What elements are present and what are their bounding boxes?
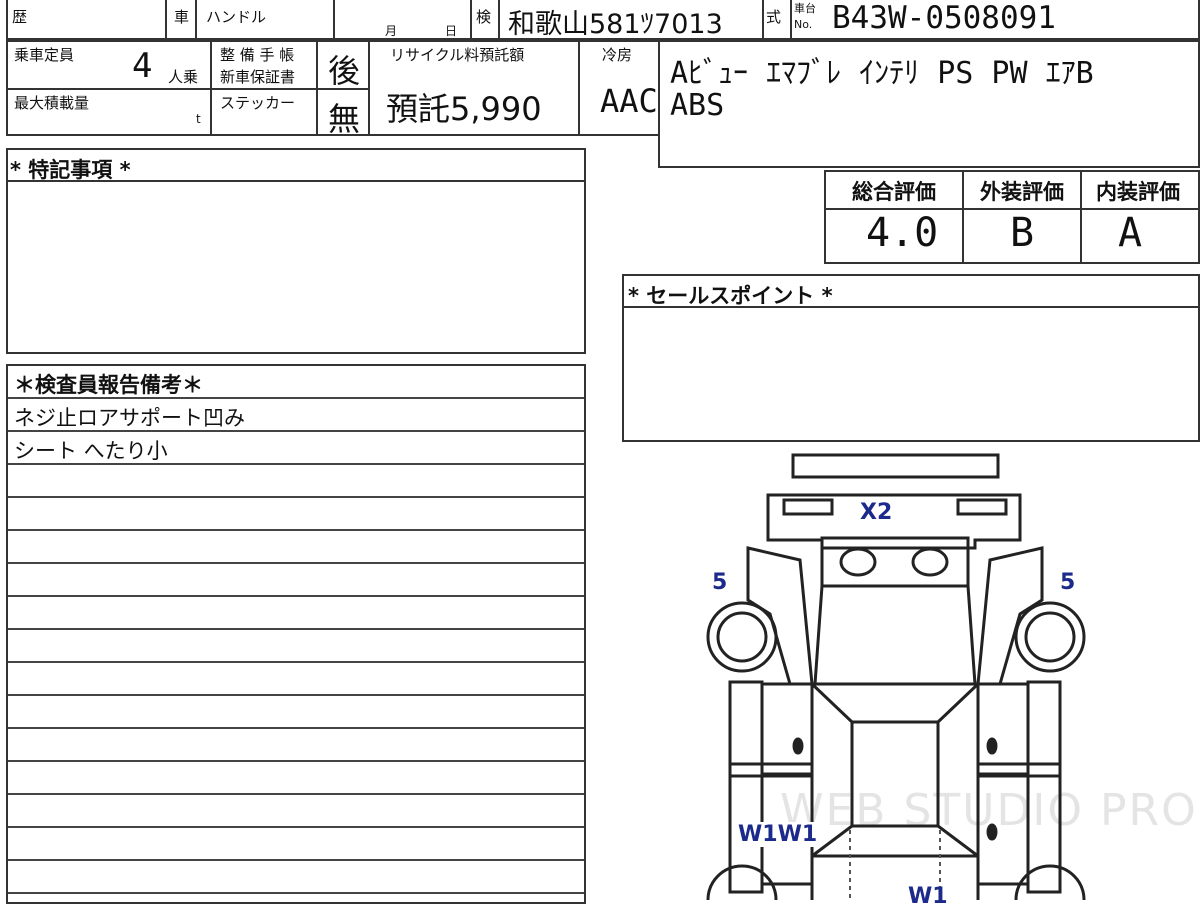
exterior-rating-value: B	[1010, 210, 1035, 256]
front-right-wheel-inner	[1024, 611, 1076, 663]
list-item	[8, 597, 584, 630]
left-body-side	[728, 680, 764, 894]
model-label: 式	[766, 8, 782, 26]
handle-label: ハンドル	[206, 8, 267, 26]
equipment-line-1: Aﾋﾞｭｰ ｴﾏﾌﾞﾚ ｲﾝﾃﾘ PS PW ｴｱB	[670, 56, 1094, 91]
divider	[498, 0, 500, 40]
damage-mark-front-center: X2	[860, 500, 893, 525]
damage-mark-left-door: W1W1	[738, 822, 818, 847]
maintenance-value: 後	[328, 52, 361, 90]
list-item	[8, 729, 584, 762]
recycle-value: 預託5,990	[386, 90, 542, 128]
exterior-rating-label: 外装評価	[980, 180, 1064, 204]
front-right-wheel	[1014, 601, 1086, 673]
rear-right-wheel	[1014, 864, 1086, 900]
divider	[578, 40, 580, 136]
divider	[790, 0, 792, 40]
right-front-door	[976, 682, 1030, 776]
list-item	[8, 564, 584, 597]
left-front-door	[760, 682, 814, 776]
sales-point-title: * セールスポイント *	[628, 284, 833, 308]
divider	[6, 88, 316, 90]
recycle-label: リサイクル料預託額	[390, 46, 525, 64]
chassis-label-top: 車台	[794, 2, 816, 15]
sticker-label: ステッカー	[220, 94, 296, 112]
list-item: シート へたり小	[8, 432, 584, 465]
right-fender	[976, 546, 1044, 686]
list-item: ネジ止ロアサポート凹み	[8, 399, 584, 432]
damage-mark-left-fender: 5	[712, 570, 728, 595]
chassis-number: B43W-0508091	[832, 0, 1056, 36]
list-item	[8, 696, 584, 729]
list-item	[8, 465, 584, 498]
inspection-label: 検	[476, 8, 492, 26]
inspector-note-2: シート へたり小	[14, 439, 168, 463]
capacity-value: 4	[132, 46, 153, 86]
inspector-notes-header: ＊検査員報告備考＊	[8, 366, 584, 399]
door-handle	[792, 737, 804, 755]
damage-mark-bottom-center: W1	[908, 884, 948, 909]
interior-rating-label: 内装評価	[1096, 180, 1180, 204]
inspector-notes-title: ＊検査員報告備考＊	[14, 373, 203, 397]
list-item	[8, 861, 584, 894]
front-grille	[766, 493, 1022, 550]
overall-rating-value: 4.0	[866, 210, 939, 256]
hood-mark-right	[911, 547, 949, 577]
license-plate: 和歌山581ﾂ7013	[508, 9, 723, 40]
inspector-note-1: ネジ止ロアサポート凹み	[14, 406, 245, 430]
day-label: 日	[445, 24, 458, 38]
overall-rating-label: 総合評価	[852, 180, 936, 204]
aircon-value: AAC	[600, 82, 658, 120]
maintenance-label: 整 備 手 帳	[220, 46, 295, 64]
damage-mark-right-fender: 5	[1060, 570, 1076, 595]
list-item	[8, 498, 584, 531]
door-handle	[986, 737, 998, 755]
sticker-value: 無	[328, 100, 361, 138]
hood-mark-left	[839, 547, 877, 577]
aircon-label: 冷房	[602, 46, 633, 64]
divider	[762, 0, 764, 40]
front-left-wheel	[706, 601, 778, 673]
left-headlight	[782, 498, 834, 516]
max-load-label: 最大積載量	[14, 94, 90, 112]
special-notes-title: * 特記事項 *	[10, 158, 131, 182]
divider	[1080, 170, 1082, 264]
divider	[368, 40, 370, 136]
list-item	[8, 663, 584, 696]
divider	[195, 0, 197, 40]
warranty-label: 新車保証書	[220, 68, 296, 86]
front-left-wheel-inner	[716, 611, 768, 663]
car-label: 車	[174, 8, 190, 26]
rear-left-wheel	[706, 864, 778, 900]
a-pillars	[810, 682, 980, 724]
front-bumper	[791, 453, 1000, 479]
list-item	[8, 630, 584, 663]
capacity-label: 乗車定員	[14, 46, 75, 64]
interior-rating-value: A	[1118, 210, 1143, 256]
divider	[962, 170, 964, 264]
divider	[210, 40, 212, 136]
divider	[470, 0, 472, 40]
watermark: WEB STUDIO PRO	[780, 785, 1198, 836]
inspector-notes-box: ＊検査員報告備考＊ ネジ止ロアサポート凹み シート へたり小	[6, 364, 586, 904]
list-item	[8, 828, 584, 861]
equipment-line-2: ABS	[670, 88, 725, 123]
month-label: 月	[385, 24, 398, 38]
divider	[333, 0, 335, 40]
list-item	[8, 795, 584, 828]
list-item	[8, 531, 584, 564]
right-headlight	[956, 498, 1008, 516]
max-load-unit: t	[196, 112, 201, 126]
list-item	[8, 762, 584, 795]
chassis-label-bottom: No.	[794, 18, 813, 31]
history-label: 歴	[12, 8, 28, 26]
windshield	[813, 584, 977, 686]
left-fender	[746, 546, 814, 686]
hood	[820, 536, 970, 588]
capacity-unit: 人乗	[168, 68, 199, 86]
divider	[165, 0, 167, 40]
